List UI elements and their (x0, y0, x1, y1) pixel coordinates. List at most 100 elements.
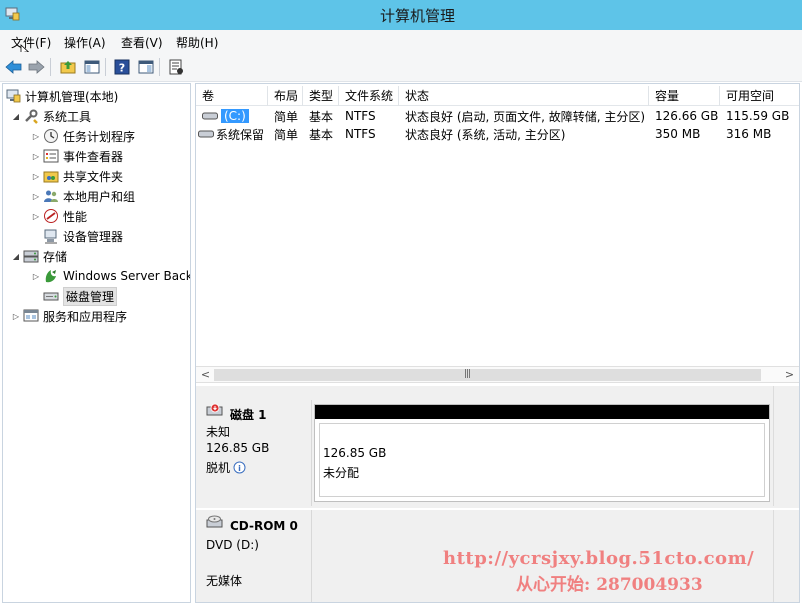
disk-name: 磁盘 1 (230, 408, 267, 422)
volume-cell-status: 状态良好 (系统, 活动, 主分区) (405, 127, 566, 142)
partition-status: 未分配 (323, 466, 360, 480)
column-header-filesystem[interactable]: 文件系统 (339, 86, 399, 106)
horizontal-scrollbar[interactable]: < ||| > (196, 366, 799, 383)
watermark-text: 从心开始: 287004933 (516, 575, 703, 595)
column-header-status[interactable]: 状态 (399, 86, 649, 106)
navigation-tree: 计算机管理(本地) ◢ 系统工具 ▷ 任务计划程序 ▷ 事件查看器 ▷ 共享文件… (2, 83, 191, 603)
chevron-right-icon[interactable]: ▷ (31, 172, 41, 181)
scrollbar-thumb[interactable] (214, 369, 761, 381)
menu-help[interactable]: 帮助(H) (176, 34, 218, 51)
up-level-button[interactable] (58, 57, 78, 77)
cdrom-0-label[interactable]: CD-ROM 0 DVD (D:) 无媒体 (198, 510, 312, 602)
disk-management-icon (43, 292, 59, 301)
tree-item-computer-management[interactable]: 计算机管理(本地) (5, 86, 118, 106)
scroll-right-icon[interactable]: > (782, 368, 797, 382)
volume-cell-filesystem: NTFS (345, 127, 376, 141)
tree-label: 服务和应用程序 (43, 309, 128, 324)
disk-graphical-view: 磁盘 1 未知 126.85 GB 脱机 i 126.85 GB 未分配 CD-… (196, 386, 799, 602)
tree-item-local-users[interactable]: ▷ 本地用户和组 (31, 186, 135, 206)
volume-cell-name: 系统保留 (196, 126, 268, 143)
scroll-left-icon[interactable]: < (198, 368, 213, 382)
tree-label: 本地用户和组 (63, 189, 136, 204)
volume-cell-layout: 简单 (274, 127, 299, 142)
column-header-capacity[interactable]: 容量 (649, 86, 720, 106)
tools-icon (25, 109, 38, 124)
watermark-url: http://ycrsjxy.blog.51cto.com/ (443, 548, 755, 569)
event-viewer-icon (43, 149, 59, 163)
tree-item-services-apps[interactable]: ▷ 服务和应用程序 (11, 306, 127, 326)
column-header-type[interactable]: 类型 (303, 86, 339, 106)
up-folder-icon (60, 61, 76, 74)
forward-button[interactable] (26, 57, 46, 77)
tree-label: Windows Server Back (63, 269, 191, 283)
volume-cell-free: 115.59 GB (726, 109, 790, 123)
disk-state: 脱机 (206, 461, 231, 475)
scrollbar-grip-icon: ||| (464, 369, 471, 379)
chevron-right-icon[interactable]: ▷ (31, 192, 41, 201)
chevron-right-icon[interactable]: ▷ (31, 152, 41, 161)
info-icon[interactable]: i (233, 461, 246, 474)
tree-item-system-tools[interactable]: ◢ 系统工具 (11, 106, 91, 126)
vertical-scrollbar[interactable] (773, 386, 799, 506)
offline-disk-icon (206, 403, 223, 416)
chevron-expanded-icon[interactable]: ◢ (11, 252, 21, 261)
menu-file[interactable]: 文件(F) (11, 34, 51, 51)
show-hide-tree-button[interactable] (82, 57, 102, 77)
tree-label: 计算机管理(本地) (25, 89, 119, 104)
export-icon (169, 59, 183, 75)
tree-item-event-viewer[interactable]: ▷ 事件查看器 (31, 146, 123, 166)
disk-state-wrap: 脱机 i (206, 459, 246, 476)
volume-cell-capacity: 126.66 GB (655, 109, 719, 123)
content-pane: 卷 布局 类型 文件系统 状态 容量 可用空间 (C:) 简单 基本 NTFS … (195, 83, 800, 603)
volume-cell-name: (C:) (196, 109, 268, 123)
tree-item-storage[interactable]: ◢ 存储 (11, 246, 67, 266)
column-header-volume[interactable]: 卷 (196, 86, 268, 106)
chevron-expanded-icon[interactable]: ◢ (11, 112, 21, 121)
export-list-button[interactable] (166, 57, 186, 77)
volume-row[interactable]: 系统保留 简单 基本 NTFS 状态良好 (系统, 活动, 主分区) 350 M… (196, 125, 799, 143)
chevron-right-icon[interactable]: ▷ (31, 212, 41, 221)
volume-cell-layout: 简单 (274, 109, 299, 124)
unallocated-partition[interactable]: 126.85 GB 未分配 (314, 404, 770, 502)
volume-cell-type: 基本 (309, 109, 334, 124)
tree-item-performance[interactable]: ▷ 性能 (31, 206, 87, 226)
back-button[interactable] (4, 57, 24, 77)
tree-item-shared-folders[interactable]: ▷ 共享文件夹 (31, 166, 123, 186)
tree-label: 任务计划程序 (63, 129, 136, 144)
cd-drive-icon (206, 515, 223, 528)
tree-label: 性能 (63, 209, 88, 224)
partition-header-bar (315, 405, 769, 419)
tree-item-task-scheduler[interactable]: ▷ 任务计划程序 (31, 126, 135, 146)
toolbar-separator (50, 58, 51, 76)
cdrom-state: 无媒体 (206, 574, 243, 588)
menu-view[interactable]: 查看(V) (121, 34, 163, 51)
tree-label: 磁盘管理 (63, 286, 118, 306)
tree-label: 设备管理器 (63, 229, 124, 244)
volume-name-selected: (C:) (221, 109, 249, 123)
shared-folder-icon (43, 171, 59, 183)
backup-icon (45, 270, 56, 283)
services-icon (23, 309, 39, 322)
help-button[interactable]: ? (112, 57, 132, 77)
properties-button[interactable] (136, 57, 156, 77)
volume-cell-free: 316 MB (726, 127, 772, 141)
disk-1-label[interactable]: 磁盘 1 未知 126.85 GB 脱机 i (198, 400, 312, 506)
vertical-scrollbar-lower[interactable] (773, 510, 799, 602)
volume-row[interactable]: (C:) 简单 基本 NTFS 状态良好 (启动, 页面文件, 故障转储, 主分… (196, 107, 799, 125)
chevron-right-icon[interactable]: ▷ (11, 312, 21, 321)
tree-item-device-manager[interactable]: 设备管理器 (43, 226, 123, 246)
tree-label: 系统工具 (43, 109, 92, 124)
window-title: 计算机管理 (380, 7, 456, 25)
tree-item-disk-management[interactable]: 磁盘管理 (43, 286, 118, 306)
tree-label: 事件查看器 (63, 149, 124, 164)
partition-body: 126.85 GB 未分配 (319, 423, 765, 497)
tree-item-windows-server-backup[interactable]: ▷ Windows Server Back (31, 266, 191, 286)
svg-text:?: ? (119, 62, 125, 75)
chevron-right-icon[interactable]: ▷ (31, 272, 41, 281)
menu-action[interactable]: 操作(A) (64, 34, 106, 51)
column-header-free-space[interactable]: 可用空间 (720, 86, 799, 106)
column-header-layout[interactable]: 布局 (268, 86, 303, 106)
tree-label: 共享文件夹 (63, 169, 124, 184)
title-bar: 计算机管理 (0, 0, 802, 30)
chevron-right-icon[interactable]: ▷ (31, 132, 41, 141)
